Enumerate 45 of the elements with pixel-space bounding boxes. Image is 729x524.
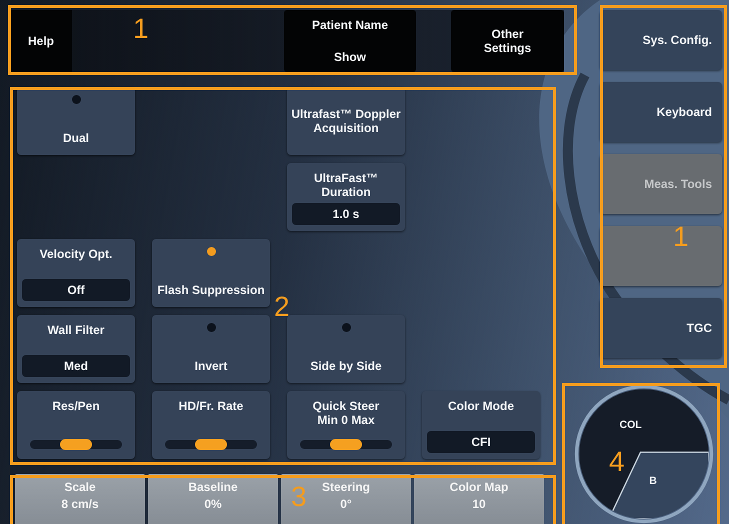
side-button[interactable]: Sys. Config. <box>600 10 722 70</box>
value-display: Med <box>22 355 130 377</box>
control-button[interactable]: HD/Fr. Rate <box>152 391 270 459</box>
side-button[interactable]: TGC <box>600 298 722 358</box>
control-label: Wall Filter <box>48 323 104 337</box>
callout-number: 1 <box>673 222 689 252</box>
value-display: Off <box>22 279 130 301</box>
control-button[interactable]: Velocity Opt. Off <box>17 239 135 307</box>
slider-track[interactable] <box>30 440 122 449</box>
slider-thumb[interactable] <box>195 439 227 450</box>
control-label: Side by Side <box>310 359 382 373</box>
control-label: Dual <box>62 131 89 145</box>
settings-button[interactable]: Other Settings <box>451 10 564 72</box>
slider-thumb[interactable] <box>60 439 92 450</box>
control-label: HD/Fr. Rate <box>178 399 244 413</box>
control-button[interactable]: Ultrafast™ Doppler Acquisition <box>287 87 405 155</box>
slider-track[interactable] <box>165 440 257 449</box>
control-button[interactable]: Side by Side <box>287 315 405 383</box>
control-label: Quick Steer <box>312 399 380 413</box>
control-button[interactable]: Flash Suppression <box>152 239 270 307</box>
control-label: UltraFast™ Duration <box>312 171 379 199</box>
range-label: Min 0 Max <box>317 413 375 427</box>
control-label: Res/Pen <box>52 399 100 413</box>
slider-track[interactable] <box>300 440 392 449</box>
control-label: Color Mode <box>448 399 514 413</box>
patient-name-button[interactable]: Patient Name Show <box>284 10 416 72</box>
callout-number: 1 <box>133 14 149 44</box>
value-display: 1.0 s <box>292 203 400 225</box>
value-display: CFI <box>427 431 535 453</box>
control-label: Invert <box>194 359 228 373</box>
control-button[interactable]: Quick Steer Min 0 Max <box>287 391 405 459</box>
control-label: Velocity Opt. <box>40 247 112 261</box>
side-button[interactable]: Keyboard <box>600 82 722 142</box>
help-button[interactable]: Help <box>10 10 72 72</box>
control-label: Ultrafast™ Doppler Acquisition <box>291 107 401 135</box>
control-button[interactable]: Wall Filter Med <box>17 315 135 383</box>
control-label: Flash Suppression <box>157 283 265 297</box>
slider-thumb[interactable] <box>330 439 362 450</box>
control-button[interactable]: Dual <box>17 87 135 155</box>
control-button[interactable]: Res/Pen <box>17 391 135 459</box>
callout-number: 2 <box>274 292 290 322</box>
control-button[interactable]: Color Mode CFI <box>422 391 540 459</box>
control-button[interactable]: Invert <box>152 315 270 383</box>
callout-number: 3 <box>291 482 307 512</box>
control-button[interactable]: UltraFast™ Duration 1.0 s <box>287 163 405 231</box>
